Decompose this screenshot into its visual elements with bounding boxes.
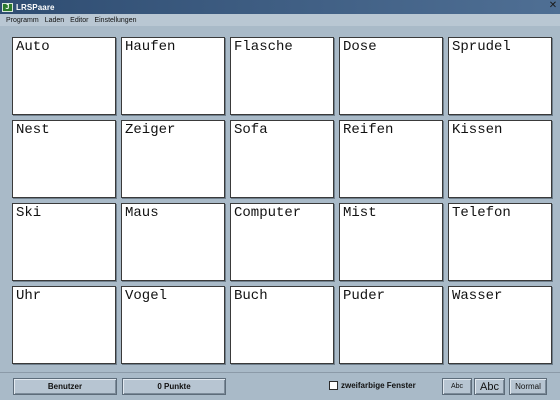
card-word: Buch — [234, 288, 268, 304]
bottom-toolbar: Benutzer 0 Punkte zweifarbige Fenster Ab… — [0, 372, 560, 400]
word-card[interactable]: Dose — [339, 37, 443, 115]
card-word: Sprudel — [452, 39, 511, 55]
font-small-button[interactable]: Abc — [442, 378, 472, 395]
menu-item-laden[interactable]: Laden — [45, 17, 64, 24]
card-word: Reifen — [343, 122, 394, 138]
word-card[interactable]: Haufen — [121, 37, 225, 115]
word-card[interactable]: Wasser — [448, 286, 552, 364]
card-word: Computer — [234, 205, 302, 221]
menu-bar: Programm Laden Editor Einstellungen — [0, 14, 560, 26]
word-card[interactable]: Telefon — [448, 203, 552, 281]
card-word: Haufen — [125, 39, 176, 55]
word-card[interactable]: Vogel — [121, 286, 225, 364]
two-color-checkbox[interactable] — [329, 381, 338, 390]
menu-item-einstellungen[interactable]: Einstellungen — [94, 17, 136, 24]
menu-item-programm[interactable]: Programm — [6, 17, 39, 24]
card-word: Wasser — [452, 288, 503, 304]
word-card[interactable]: Nest — [12, 120, 116, 198]
word-card[interactable]: Zeiger — [121, 120, 225, 198]
word-card[interactable]: Sprudel — [448, 37, 552, 115]
card-word: Sofa — [234, 122, 268, 138]
card-word: Mist — [343, 205, 377, 221]
app-icon: J — [2, 2, 13, 12]
title-bar[interactable]: J LRSPaare ✕ — [0, 0, 560, 14]
points-button[interactable]: 0 Punkte — [122, 378, 226, 395]
card-word: Vogel — [125, 288, 168, 304]
card-word: Kissen — [452, 122, 503, 138]
word-card[interactable]: Flasche — [230, 37, 334, 115]
word-card[interactable]: Sofa — [230, 120, 334, 198]
card-word: Dose — [343, 39, 377, 55]
game-area: Auto Haufen Flasche Dose Sprudel Nest Ze… — [0, 26, 560, 372]
card-word: Flasche — [234, 39, 293, 55]
card-grid: Auto Haufen Flasche Dose Sprudel Nest Ze… — [12, 37, 552, 364]
card-word: Ski — [16, 205, 42, 221]
word-card[interactable]: Auto — [12, 37, 116, 115]
font-large-button[interactable]: Abc — [474, 378, 505, 395]
normal-button[interactable]: Normal — [509, 378, 547, 395]
card-word: Uhr — [16, 288, 42, 304]
word-card[interactable]: Maus — [121, 203, 225, 281]
word-card[interactable]: Buch — [230, 286, 334, 364]
two-color-label: zweifarbige Fenster — [341, 381, 416, 390]
word-card[interactable]: Kissen — [448, 120, 552, 198]
word-card[interactable]: Computer — [230, 203, 334, 281]
card-word: Telefon — [452, 205, 511, 221]
card-word: Puder — [343, 288, 386, 304]
word-card[interactable]: Mist — [339, 203, 443, 281]
menu-item-editor[interactable]: Editor — [70, 17, 88, 24]
word-card[interactable]: Uhr — [12, 286, 116, 364]
card-word: Auto — [16, 39, 50, 55]
card-word: Nest — [16, 122, 50, 138]
window-title: LRSPaare — [16, 2, 55, 12]
close-icon[interactable]: ✕ — [548, 1, 558, 11]
two-color-toggle[interactable]: zweifarbige Fenster — [329, 381, 416, 390]
benutzer-button[interactable]: Benutzer — [13, 378, 117, 395]
word-card[interactable]: Puder — [339, 286, 443, 364]
word-card[interactable]: Reifen — [339, 120, 443, 198]
card-word: Maus — [125, 205, 159, 221]
card-word: Zeiger — [125, 122, 176, 138]
word-card[interactable]: Ski — [12, 203, 116, 281]
